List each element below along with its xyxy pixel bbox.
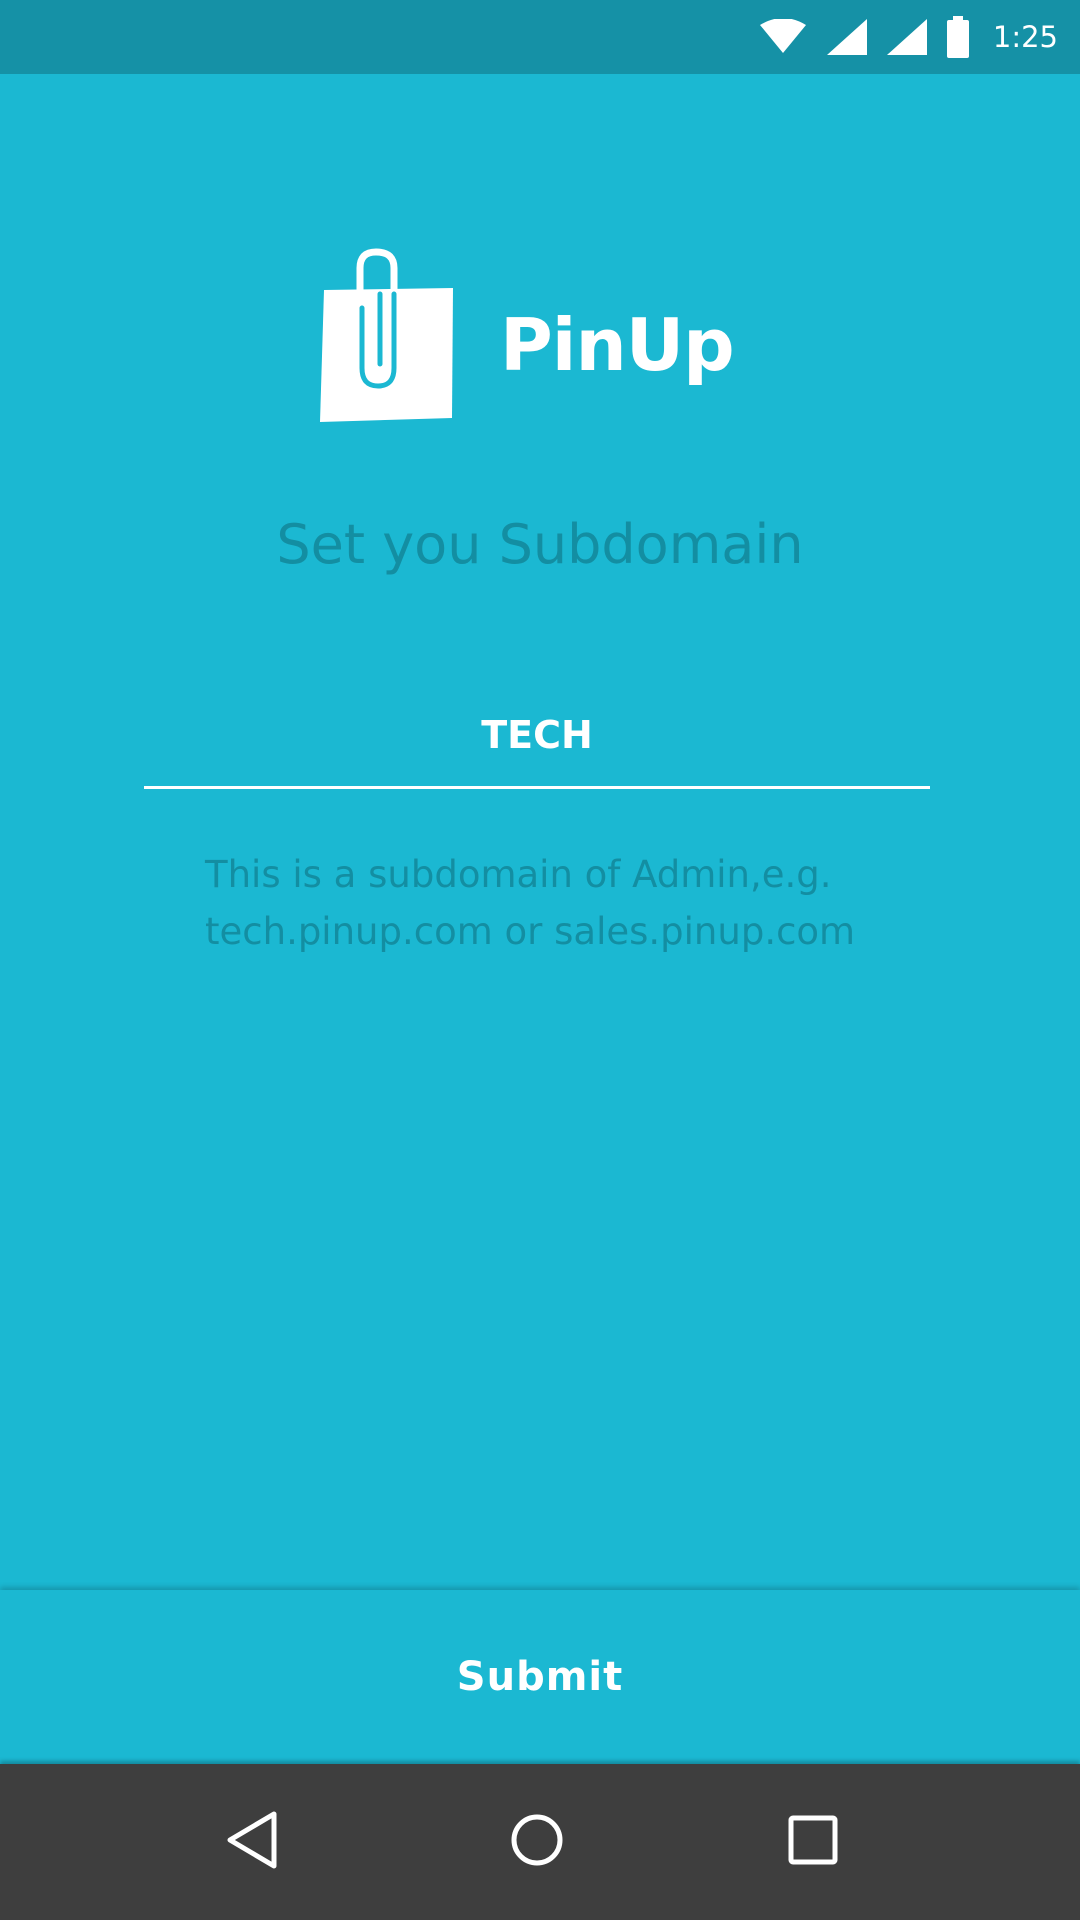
back-button[interactable] <box>182 1764 322 1920</box>
shopping-bag-paperclip-icon <box>318 248 456 424</box>
brand-name: PinUp <box>500 303 735 387</box>
submit-button[interactable]: Submit <box>0 1590 1080 1764</box>
status-icons: 1:25 <box>759 0 1058 74</box>
status-bar: 1:25 <box>0 0 1080 74</box>
subdomain-hint: This is a subdomain of Admin,e.g. tech.p… <box>205 853 856 953</box>
recents-icon <box>788 1815 838 1869</box>
signal-icon <box>826 19 867 55</box>
back-icon <box>224 1810 280 1874</box>
home-button[interactable] <box>467 1764 607 1920</box>
navigation-bar <box>0 1764 1080 1920</box>
subdomain-field[interactable] <box>144 690 930 789</box>
page-title: Set you Subdomain <box>276 513 804 576</box>
subdomain-screen: 1:25 PinUp Set you Subdomain This is a s… <box>0 0 1080 1920</box>
battery-icon <box>946 16 969 58</box>
home-icon <box>509 1812 565 1872</box>
wifi-icon <box>759 19 807 55</box>
recents-button[interactable] <box>743 1764 883 1920</box>
subdomain-input[interactable] <box>144 700 930 770</box>
status-time: 1:25 <box>992 20 1058 54</box>
signal-icon <box>886 19 927 55</box>
